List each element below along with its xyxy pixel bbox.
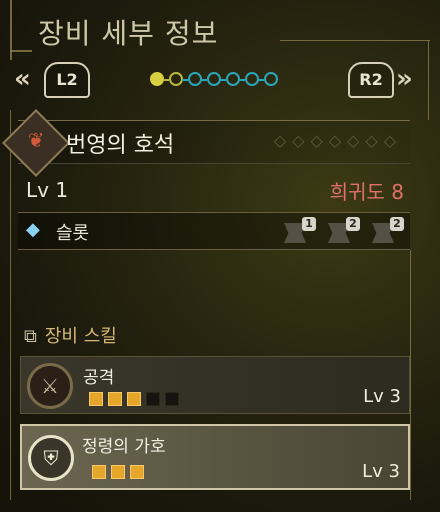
skill-level-pips — [92, 464, 149, 479]
slot-1[interactable]: 1 — [284, 217, 316, 245]
skill-level-pip — [111, 465, 125, 479]
skill-level: Lv 3 — [362, 461, 400, 482]
frame-line-top — [10, 50, 32, 52]
skill-level: Lv 3 — [363, 386, 401, 407]
skill-level-pip — [92, 465, 106, 479]
skill-level-pip — [127, 392, 141, 406]
prev-page-chevron[interactable]: « — [14, 64, 31, 94]
skill-level-pips — [89, 391, 184, 406]
item-level: Lv 1 — [26, 178, 69, 202]
slot-level-badge: 2 — [346, 217, 360, 231]
frame-line-left-low — [10, 110, 11, 500]
slot-2[interactable]: 2 — [328, 217, 360, 245]
skill-level-pip — [108, 392, 122, 406]
skill-row-attack[interactable]: ⚔ 공격 Lv 3 — [20, 356, 410, 414]
sword-icon: ⚔ — [27, 363, 73, 409]
r2-trigger-button[interactable]: R2 — [348, 62, 394, 98]
page-dot[interactable] — [169, 72, 183, 86]
shield-icon: ⛨ — [28, 435, 74, 481]
skill-row-divine-blessing[interactable]: ⛨ 정령의 가호 Lv 3 — [20, 424, 410, 490]
page-dot[interactable] — [226, 72, 240, 86]
gem-icon: ◆ — [26, 219, 40, 240]
skills-section-label: 장비 스킬 — [44, 326, 117, 347]
frame-line-right-low — [410, 250, 411, 500]
slot-level-badge: 1 — [302, 217, 316, 231]
slot-row: ◆ 슬롯 1 2 2 — [18, 212, 410, 250]
page-dot[interactable] — [188, 72, 202, 86]
frame-line-top-right — [280, 40, 430, 41]
page-dot[interactable] — [245, 72, 259, 86]
decoration-diamonds: ◇◇◇◇◇◇◇ — [273, 131, 402, 150]
slot-label: 슬롯 — [56, 223, 90, 244]
skill-level-pip — [146, 392, 160, 406]
page-dot[interactable] — [150, 72, 164, 86]
skills-section-title: ⧉ 장비 스킬 — [24, 322, 117, 348]
item-rarity: 희귀도 8 — [329, 180, 404, 204]
skill-level-pip — [130, 465, 144, 479]
skill-level-pip — [165, 392, 179, 406]
next-page-chevron[interactable]: » — [396, 64, 413, 94]
slot-level-badge: 2 — [390, 217, 404, 231]
page-nav: « L2 R2 » — [0, 62, 440, 98]
item-icon-frame: ❦ — [2, 109, 70, 177]
page-title: 장비 세부 정보 — [38, 17, 219, 50]
skill-level-pip — [89, 392, 103, 406]
page-dot[interactable] — [207, 72, 221, 86]
item-header: ❦ 번영의 호석 ◇◇◇◇◇◇◇ — [2, 109, 410, 177]
slot-3[interactable]: 2 — [372, 217, 404, 245]
skill-name: 정령의 가호 — [82, 437, 166, 457]
page-dot[interactable] — [264, 72, 278, 86]
l2-trigger-button[interactable]: L2 — [44, 62, 90, 98]
skill-name: 공격 — [83, 368, 115, 388]
item-name: 번영의 호석 — [66, 133, 175, 158]
charm-icon: ❦ — [27, 128, 45, 153]
skill-section-icon: ⧉ — [24, 326, 37, 347]
